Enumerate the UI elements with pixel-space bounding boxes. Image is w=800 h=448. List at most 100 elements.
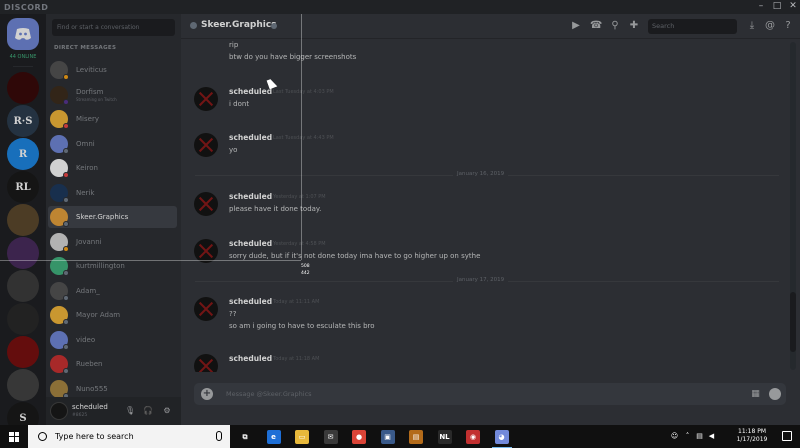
author-avatar[interactable] [194, 192, 218, 216]
author-name[interactable]: scheduled [229, 297, 272, 306]
app-icon-3[interactable]: NL [437, 430, 452, 444]
user-name: scheduled [72, 403, 108, 411]
author-avatar[interactable] [194, 87, 218, 111]
status-indicator [63, 245, 69, 252]
maximize-button[interactable]: □ [769, 0, 785, 14]
dm-item[interactable]: Nerik [48, 182, 177, 204]
emoji-picker-icon[interactable] [769, 388, 781, 400]
clock-date: 1/17/2019 [736, 436, 768, 443]
chrome-icon[interactable]: ● [352, 430, 366, 444]
find-conversation-input[interactable]: Find or start a conversation [52, 19, 175, 36]
server-separator [13, 66, 33, 67]
dm-item[interactable]: Adam_ [48, 280, 177, 302]
message-text: btw do you have bigger screenshots [229, 53, 357, 61]
message-input[interactable]: Message @Skeer.Graphics [226, 390, 312, 398]
settings-gear-icon[interactable]: ⚙ [162, 406, 172, 416]
volume-icon[interactable]: ◀ [707, 432, 716, 441]
author-avatar[interactable] [194, 297, 218, 321]
server-icon[interactable]: R·S [7, 105, 39, 137]
date-divider-label: January 16, 2019 [453, 171, 509, 177]
app-icon-2[interactable]: ▤ [409, 430, 423, 444]
author-name[interactable]: scheduled [229, 133, 272, 142]
chat-header: Skeer.Graphics ▶ ☎ ⚲ ✚ Search ⤓ @ ? [181, 14, 800, 39]
server-icon[interactable] [7, 204, 39, 236]
author-name[interactable]: scheduled [229, 239, 272, 248]
add-friend-icon[interactable]: ✚ [628, 20, 640, 32]
status-indicator [63, 294, 69, 301]
mentions-icon[interactable]: @ [764, 20, 776, 32]
message-timestamp: Yesterday at 1:07 PM [273, 194, 326, 200]
server-icon[interactable]: S [7, 402, 39, 425]
dm-item[interactable]: Skeer.Graphics [48, 206, 177, 228]
title-bar: DISCORD – □ ✕ [0, 0, 800, 14]
upload-plus-icon[interactable]: + [201, 388, 213, 400]
message-scrollbar[interactable] [790, 42, 796, 370]
home-button[interactable] [7, 18, 39, 50]
edge-icon[interactable]: e [266, 430, 281, 444]
author-name[interactable]: scheduled [229, 87, 272, 96]
dm-avatar [50, 208, 69, 227]
network-icon[interactable]: ▤ [695, 432, 704, 441]
dm-item[interactable]: kurtmillington [48, 255, 177, 277]
dm-item[interactable]: Rueben [48, 353, 177, 375]
dm-item[interactable]: Omni [48, 133, 177, 155]
discord-logo-icon [15, 28, 31, 40]
action-center-icon[interactable] [782, 431, 792, 441]
taskbar-clock[interactable]: 11:18 PM 1/17/2019 [727, 428, 777, 444]
gift-icon[interactable]: ▦ [750, 389, 761, 399]
microphone-icon[interactable] [216, 431, 222, 441]
mic-icon[interactable]: 🎙 [125, 406, 135, 416]
pinned-messages-icon[interactable]: ⚲ [609, 20, 621, 32]
dm-name: kurtmillington [76, 262, 125, 270]
dm-item[interactable]: video [48, 329, 177, 351]
message-composer[interactable]: + Message @Skeer.Graphics ▦ [194, 383, 786, 405]
server-icon[interactable] [7, 303, 39, 335]
app-brand: DISCORD [4, 2, 49, 12]
dm-name: Nerik [76, 188, 95, 197]
dm-item[interactable]: Dorfism Streaming on Twitch [48, 84, 177, 106]
help-icon[interactable]: ? [782, 20, 794, 32]
discord-taskbar-icon[interactable]: ◕ [491, 430, 512, 448]
dm-item[interactable]: Leviticus [48, 59, 177, 81]
dm-name: video [76, 335, 96, 344]
server-icon[interactable] [7, 270, 39, 302]
user-avatar[interactable] [50, 402, 68, 420]
server-icon[interactable] [7, 72, 39, 104]
message-text: so am i going to have to esculate this b… [229, 322, 375, 330]
server-icon[interactable]: RL [7, 171, 39, 203]
task-view-icon[interactable]: ⧉ [238, 430, 252, 444]
voice-call-icon[interactable]: ☎ [590, 20, 602, 32]
minimize-button[interactable]: – [753, 0, 769, 14]
author-name[interactable]: scheduled [229, 192, 272, 201]
taskbar-search-box[interactable]: Type here to search [28, 425, 230, 448]
dm-avatar [50, 85, 69, 105]
dm-name: Keiron [76, 164, 98, 172]
mail-icon[interactable]: ✉ [323, 430, 338, 444]
tray-chevron-icon[interactable]: ˄ [683, 432, 692, 441]
dm-avatar [50, 61, 69, 80]
author-name[interactable]: scheduled [229, 354, 272, 363]
author-avatar[interactable] [194, 239, 218, 263]
dm-item[interactable]: Keiron [48, 157, 177, 179]
headphones-icon[interactable]: 🎧 [143, 406, 153, 416]
file-explorer-icon[interactable]: ▭ [295, 430, 309, 444]
app-icon-4[interactable]: ◉ [466, 430, 480, 444]
header-search-input[interactable]: Search [648, 19, 737, 34]
server-icon[interactable] [7, 369, 39, 401]
download-icon[interactable]: ⤓ [746, 20, 758, 32]
author-avatar[interactable] [194, 133, 218, 157]
dm-item[interactable]: Misery [48, 108, 177, 130]
dm-item[interactable]: Mayor Adam [48, 304, 177, 326]
server-icon[interactable]: R [7, 138, 39, 170]
people-icon[interactable]: ☺ [670, 432, 679, 441]
start-button[interactable] [0, 425, 28, 448]
scrollbar-thumb[interactable] [790, 292, 796, 352]
app-icon-1[interactable]: ▣ [380, 430, 395, 444]
discord-window: DISCORD – □ ✕ 44 ONLINE R·S R RL S Find or … [0, 0, 800, 448]
author-avatar[interactable] [194, 354, 218, 372]
video-call-icon[interactable]: ▶ [570, 20, 582, 32]
server-icon[interactable] [7, 237, 39, 269]
dm-item[interactable]: Jovanni [48, 231, 177, 253]
close-button[interactable]: ✕ [785, 0, 800, 14]
server-icon[interactable] [7, 336, 39, 368]
